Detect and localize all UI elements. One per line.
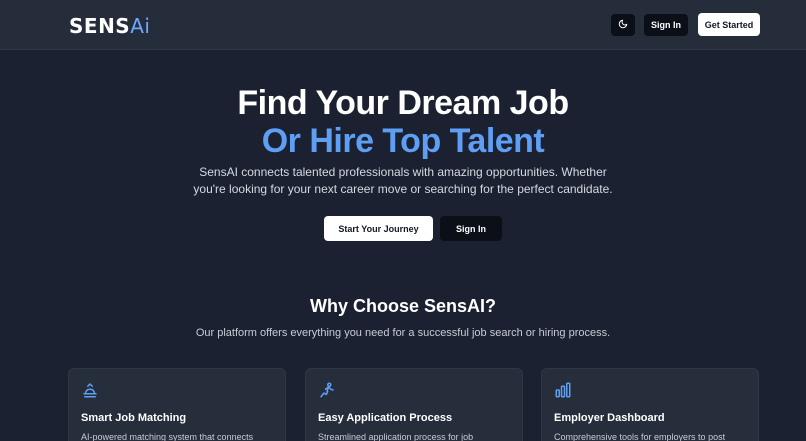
feature-card-title: Employer Dashboard xyxy=(554,412,665,424)
feature-card-smart-matching: Smart Job Matching AI-powered matching s… xyxy=(68,368,286,441)
sensai-logo[interactable]: SENSAi xyxy=(69,14,150,38)
get-started-button[interactable]: Get Started xyxy=(698,13,760,36)
features-subtitle: Our platform offers everything you need … xyxy=(195,327,611,339)
moon-icon xyxy=(618,16,628,34)
header-sign-in-button[interactable]: Sign In xyxy=(644,14,688,36)
handshake-icon xyxy=(81,381,99,399)
top-navbar: SENSAi Sign In Get Started xyxy=(0,0,806,50)
hero-title: Find Your Dream Job Or Hire Top Talent xyxy=(0,84,806,160)
feature-card-employer-dashboard: Employer Dashboard Comprehensive tools f… xyxy=(541,368,759,441)
hero-description: SensAI connects talented professionals w… xyxy=(193,165,613,196)
feature-card-description: Streamlined application process for job xyxy=(318,432,474,441)
logo-ai-text: Ai xyxy=(130,14,151,38)
start-journey-button[interactable]: Start Your Journey xyxy=(324,216,433,241)
feature-card-title: Easy Application Process xyxy=(318,412,453,424)
logo-text: SENS xyxy=(69,14,131,38)
feature-card-description: AI-powered matching system that connects xyxy=(81,432,254,441)
theme-toggle-button[interactable] xyxy=(611,14,635,36)
bar-chart-icon xyxy=(554,381,572,399)
features-title: Why Choose SensAI? xyxy=(309,296,497,316)
hero-sign-in-button[interactable]: Sign In xyxy=(440,216,502,241)
feature-card-easy-application: Easy Application Process Streamlined app… xyxy=(305,368,523,441)
hero-title-line2: Or Hire Top Talent xyxy=(261,122,545,160)
person-run-icon xyxy=(318,381,336,399)
hero-title-line1: Find Your Dream Job xyxy=(237,84,569,122)
feature-card-description: Comprehensive tools for employers to pos… xyxy=(554,432,726,441)
feature-card-title: Smart Job Matching xyxy=(81,412,187,424)
